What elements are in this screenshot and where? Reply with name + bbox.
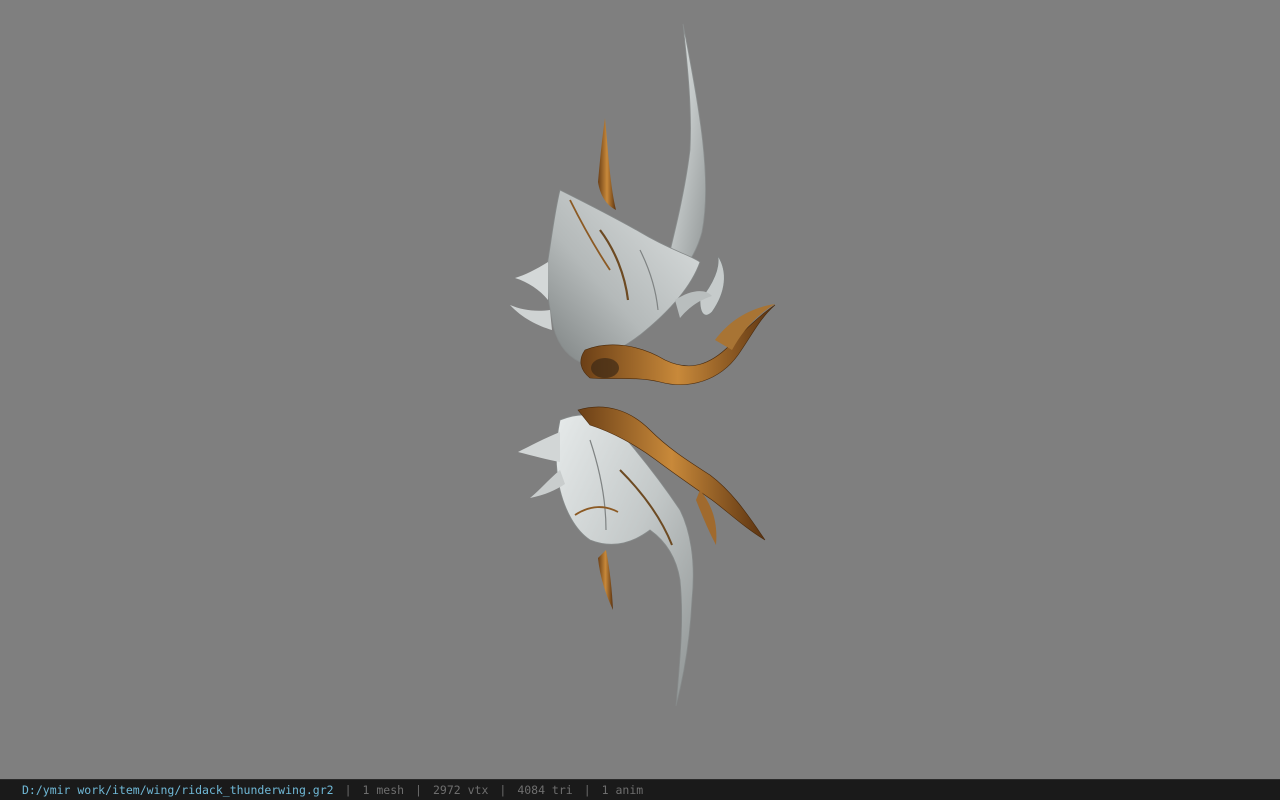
- upper-wing: [510, 23, 776, 385]
- triangle-count-label: 4084 tri: [517, 783, 573, 797]
- separator: |: [344, 783, 352, 797]
- separator: |: [415, 783, 422, 797]
- file-path-label: D:/ymir work/item/wing/ridack_thunderwin…: [22, 783, 334, 797]
- separator: |: [583, 783, 591, 797]
- vertex-count-label: 2972 vtx: [432, 783, 489, 797]
- model-viewport[interactable]: [0, 0, 1280, 779]
- mesh-count-label: 1 mesh: [362, 783, 405, 797]
- anim-count-label: 1 anim: [601, 783, 644, 797]
- lower-wing: [518, 406, 766, 707]
- separator: |: [499, 783, 507, 797]
- wing-model-render[interactable]: [0, 0, 1280, 779]
- status-bar: D:/ymir work/item/wing/ridack_thunderwin…: [0, 779, 1280, 800]
